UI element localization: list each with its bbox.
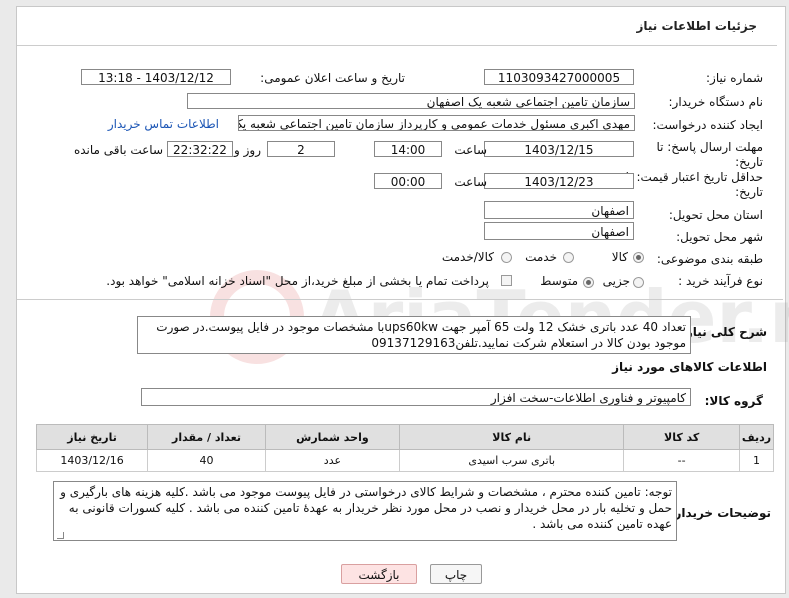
buyer-notes-label: توضیحات خریدار: <box>669 506 771 520</box>
back-button[interactable]: بازگشت <box>341 564 417 584</box>
category-radio-both[interactable] <box>501 252 512 263</box>
city-label: شهر محل تحویل: <box>676 230 763 244</box>
price-deadline-label: حداقل تاریخ اعتبار قیمت: تا <box>625 170 763 184</box>
resize-grip-icon[interactable] <box>57 532 64 539</box>
price-deadline-label-2: تاریخ: <box>735 185 763 199</box>
treasury-payment-note: پرداخت تمام یا بخشی از مبلغ خرید،از محل … <box>106 274 489 288</box>
buyer-org-field: سازمان تامین اجتماعی شعبه یک اصفهان <box>187 93 635 109</box>
announce-label: تاریخ و ساعت اعلان عمومی: <box>260 71 405 85</box>
goods-group-field: کامپیوتر و فناوری اطلاعات-سخت افزار <box>141 388 691 406</box>
buyer-org-label: نام دستگاه خریدار: <box>668 95 764 109</box>
reply-time-field: 14:00 <box>374 141 442 157</box>
category-option-goods: کالا <box>611 250 628 264</box>
process-label: نوع فرآیند خرید : <box>678 274 763 288</box>
process-radio-minor[interactable] <box>633 277 644 288</box>
divider <box>17 299 783 300</box>
category-label: طبقه بندی موضوعی: <box>656 252 763 266</box>
process-radio-medium[interactable] <box>583 277 594 288</box>
city-field: اصفهان <box>484 222 634 240</box>
goods-group-label: گروه کالا: <box>704 394 763 408</box>
column-header-row-number: ردیف <box>738 424 775 450</box>
cell-unit: عدد <box>264 449 401 472</box>
province-field: اصفهان <box>484 201 634 219</box>
description-label: شرح کلی نیاز: <box>681 325 767 339</box>
need-number-field: 1103093427000005 <box>484 69 634 85</box>
column-header-unit: واحد شمارش <box>264 424 401 450</box>
days-label: روز و <box>234 143 261 157</box>
category-radio-goods[interactable] <box>633 252 644 263</box>
reply-time-label: ساعت <box>454 143 487 157</box>
reply-date-field: 1403/12/15 <box>484 141 634 157</box>
page-title: جزئیات اطلاعات نیاز <box>636 19 757 33</box>
price-time-label: ساعت <box>454 175 487 189</box>
table-header-row: ردیف کد کالا نام کالا واحد شمارش تعداد /… <box>35 424 775 450</box>
process-option-medium: متوسط <box>540 274 578 288</box>
table-row: 1 -- باتری سرب اسیدی عدد 40 1403/12/16 <box>35 449 775 472</box>
need-number-label: شماره نیاز: <box>706 71 763 85</box>
announce-field: 1403/12/12 - 13:18 <box>81 69 231 85</box>
reply-deadline-label: مهلت ارسال پاسخ: تا <box>656 140 763 154</box>
cell-quantity: 40 <box>147 449 266 472</box>
print-button[interactable]: چاپ <box>430 564 482 584</box>
column-header-need-date: تاریخ نیاز <box>35 424 149 450</box>
column-header-quantity: تعداد / مقدار <box>147 424 266 450</box>
category-option-both: کالا/خدمت <box>441 250 494 264</box>
description-text: تعداد 40 عدد باتری خشک 12 ولت 65 آمپر جه… <box>137 316 691 354</box>
remaining-time-field: 22:32:22 <box>167 141 233 157</box>
price-date-field: 1403/12/23 <box>484 173 634 189</box>
category-radio-service[interactable] <box>563 252 574 263</box>
goods-table: ردیف کد کالا نام کالا واحد شمارش تعداد /… <box>35 424 775 472</box>
process-option-minor: جزیی <box>602 274 630 288</box>
province-label: استان محل تحویل: <box>668 208 763 222</box>
requester-field: مهدی اکبری مسئول خدمات عمومی و کارپرداز … <box>238 115 635 131</box>
buyer-notes-text: توجه: تامین کننده محترم ، مشخصات و شرایط… <box>53 481 677 541</box>
treasury-payment-checkbox[interactable] <box>501 275 512 286</box>
cell-row-number: 1 <box>738 449 775 472</box>
header-bar: جزئیات اطلاعات نیاز <box>17 7 777 46</box>
goods-section-title: اطلاعات کالاهای مورد نیاز <box>612 360 767 374</box>
price-time-field: 00:00 <box>374 173 442 189</box>
cell-code: -- <box>623 449 740 472</box>
column-header-code: کد کالا <box>623 424 740 450</box>
reply-deadline-label-2: تاریخ: <box>735 155 763 169</box>
cell-name: باتری سرب اسیدی <box>399 449 625 472</box>
main-panel: جزئیات اطلاعات نیاز AriaTender.neT شماره… <box>16 6 789 594</box>
column-header-name: نام کالا <box>399 424 625 450</box>
category-option-service: خدمت <box>525 250 557 264</box>
requester-label: ایجاد کننده درخواست: <box>652 118 763 132</box>
days-field: 2 <box>267 141 335 157</box>
cell-need-date: 1403/12/16 <box>35 449 149 472</box>
contact-info-link[interactable]: اطلاعات تماس خریدار <box>108 117 219 131</box>
remaining-time-label: ساعت باقی مانده <box>73 143 163 157</box>
